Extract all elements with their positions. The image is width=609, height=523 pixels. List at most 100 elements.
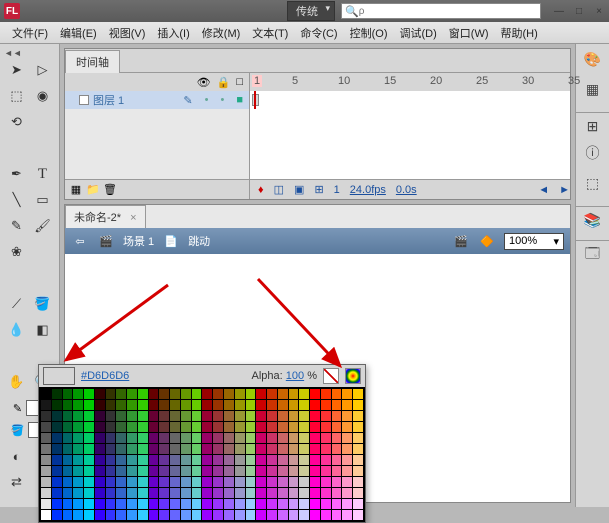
- layer-vis-dot[interactable]: •: [205, 94, 209, 107]
- color-cell[interactable]: [278, 510, 288, 520]
- color-cell[interactable]: [289, 411, 299, 421]
- color-cell[interactable]: [95, 400, 105, 410]
- color-cell[interactable]: [289, 433, 299, 443]
- color-cell[interactable]: [289, 477, 299, 487]
- color-cell[interactable]: [192, 455, 202, 465]
- color-cell[interactable]: [181, 477, 191, 487]
- color-cell[interactable]: [95, 499, 105, 509]
- color-cell[interactable]: [353, 455, 363, 465]
- color-cell[interactable]: [192, 433, 202, 443]
- color-cell[interactable]: [127, 422, 137, 432]
- color-cell[interactable]: [52, 400, 62, 410]
- color-cell[interactable]: [310, 455, 320, 465]
- color-cell[interactable]: [299, 444, 309, 454]
- selection-tool[interactable]: ➤: [5, 58, 29, 82]
- color-cell[interactable]: [267, 477, 277, 487]
- color-cell[interactable]: [342, 488, 352, 498]
- timeline-tab[interactable]: 时间轴: [65, 50, 120, 73]
- bone-tool[interactable]: ⟋: [5, 292, 29, 316]
- color-cell[interactable]: [149, 477, 159, 487]
- color-cell[interactable]: [267, 510, 277, 520]
- zoom-dropdown[interactable]: 100% ▾: [504, 233, 564, 250]
- color-cell[interactable]: [149, 499, 159, 509]
- color-cell[interactable]: [106, 411, 116, 421]
- color-cell[interactable]: [84, 389, 94, 399]
- color-cell[interactable]: [181, 444, 191, 454]
- color-cell[interactable]: [202, 389, 212, 399]
- color-cell[interactable]: [181, 488, 191, 498]
- color-cell[interactable]: [267, 466, 277, 476]
- color-cell[interactable]: [321, 455, 331, 465]
- color-cell[interactable]: [159, 499, 169, 509]
- color-panel-icon[interactable]: 🎨: [582, 48, 604, 70]
- color-cell[interactable]: [224, 389, 234, 399]
- color-cell[interactable]: [213, 466, 223, 476]
- color-cell[interactable]: [149, 389, 159, 399]
- color-cell[interactable]: [321, 499, 331, 509]
- color-cell[interactable]: [149, 433, 159, 443]
- color-cell[interactable]: [213, 510, 223, 520]
- color-cell[interactable]: [159, 411, 169, 421]
- color-cell[interactable]: [246, 411, 256, 421]
- color-cell[interactable]: [289, 389, 299, 399]
- color-cell[interactable]: [353, 510, 363, 520]
- color-cell[interactable]: [267, 433, 277, 443]
- color-cell[interactable]: [73, 510, 83, 520]
- color-cell[interactable]: [95, 488, 105, 498]
- color-cell[interactable]: [224, 433, 234, 443]
- color-cell[interactable]: [41, 477, 51, 487]
- color-cell[interactable]: [299, 422, 309, 432]
- color-cell[interactable]: [116, 422, 126, 432]
- color-cell[interactable]: [202, 499, 212, 509]
- color-cell[interactable]: [84, 466, 94, 476]
- color-cell[interactable]: [84, 455, 94, 465]
- color-cell[interactable]: [149, 422, 159, 432]
- visibility-column-icon[interactable]: 👁: [197, 76, 211, 89]
- document-tab-close[interactable]: ×: [130, 212, 136, 224]
- layer-edit-icon[interactable]: ✎: [183, 94, 192, 107]
- color-cell[interactable]: [342, 422, 352, 432]
- color-cell[interactable]: [224, 477, 234, 487]
- delete-layer-button[interactable]: 🗑: [103, 183, 117, 197]
- color-cell[interactable]: [170, 422, 180, 432]
- 3d-rotation-tool[interactable]: ◉: [31, 84, 55, 108]
- color-cell[interactable]: [41, 488, 51, 498]
- color-cell[interactable]: [267, 488, 277, 498]
- color-cell[interactable]: [202, 411, 212, 421]
- properties-panel-icon[interactable]: 🗔: [576, 240, 609, 262]
- color-cell[interactable]: [159, 455, 169, 465]
- color-cell[interactable]: [353, 411, 363, 421]
- color-cell[interactable]: [52, 455, 62, 465]
- color-cell[interactable]: [342, 444, 352, 454]
- color-cell[interactable]: [106, 444, 116, 454]
- color-cell[interactable]: [278, 411, 288, 421]
- time-display[interactable]: 0.0s: [396, 184, 417, 196]
- color-cell[interactable]: [170, 477, 180, 487]
- free-transform-tool[interactable]: ⬚: [5, 84, 29, 108]
- minimize-button[interactable]: —: [553, 5, 565, 17]
- deco-tool[interactable]: ❀: [5, 240, 29, 264]
- color-cell[interactable]: [267, 455, 277, 465]
- color-cell[interactable]: [353, 466, 363, 476]
- color-cell[interactable]: [267, 400, 277, 410]
- frame-ruler[interactable]: 1 5 10 15 20 25 30 35: [250, 73, 570, 91]
- color-cell[interactable]: [181, 455, 191, 465]
- color-cell[interactable]: [267, 411, 277, 421]
- color-cell[interactable]: [149, 455, 159, 465]
- color-cell[interactable]: [353, 433, 363, 443]
- color-cell[interactable]: [278, 444, 288, 454]
- color-cell[interactable]: [73, 444, 83, 454]
- color-cell[interactable]: [202, 477, 212, 487]
- color-cell[interactable]: [149, 444, 159, 454]
- color-cell[interactable]: [246, 477, 256, 487]
- color-cell[interactable]: [235, 433, 245, 443]
- color-cell[interactable]: [159, 444, 169, 454]
- color-cell[interactable]: [235, 389, 245, 399]
- playhead[interactable]: [254, 91, 256, 109]
- color-cell[interactable]: [332, 499, 342, 509]
- color-cell[interactable]: [224, 510, 234, 520]
- color-cell[interactable]: [192, 444, 202, 454]
- color-cell[interactable]: [149, 466, 159, 476]
- color-cell[interactable]: [192, 389, 202, 399]
- color-cell[interactable]: [127, 411, 137, 421]
